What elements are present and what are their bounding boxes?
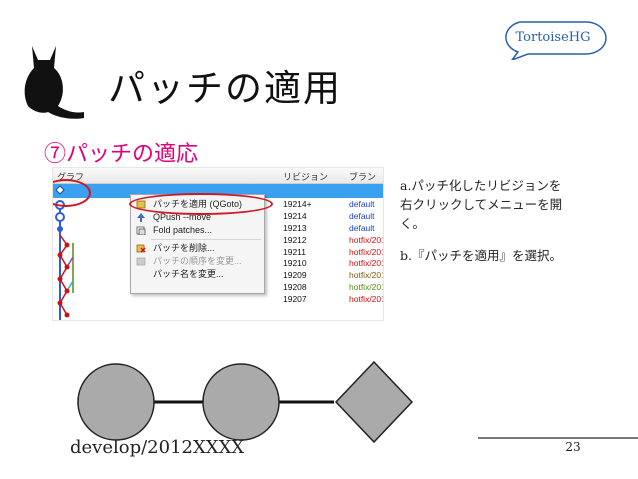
slide-title: パッチの適用 — [108, 67, 342, 110]
menu-item-delete-patch[interactable]: パッチを削除... — [131, 242, 264, 255]
cat-silhouette-icon — [24, 46, 84, 119]
fold-icon — [136, 226, 146, 235]
highlight-apply-patch — [129, 193, 273, 215]
menu-separator — [151, 239, 261, 240]
table-row[interactable]: 19207 hotfix/201 — [53, 294, 383, 306]
page-number: 23 — [565, 440, 581, 454]
qpush-icon — [137, 213, 145, 222]
footer-label: develop/2012XXXX — [70, 437, 245, 458]
badge-label: TortoiseHG — [515, 30, 591, 45]
column-header: グラフ リビジョン ブランチ — [53, 168, 383, 195]
slide-subtitle: ⑦パッチの適応 — [44, 142, 199, 167]
column-revision[interactable]: リビジョン — [283, 170, 328, 183]
reorder-icon — [136, 257, 146, 266]
footer-divider — [478, 437, 638, 439]
menu-item-rename-patch[interactable]: パッチ名を変更... — [131, 268, 264, 281]
tortoisehg-screenshot: グラフ リビジョン ブランチ 19214+default 19214defaul… — [52, 167, 384, 321]
menu-item-reorder-patches[interactable]: パッチの順序を変更... — [131, 255, 264, 268]
instruction-a: a.パッチ化したリビジョンを右クリックしてメニューを開く。 — [400, 178, 563, 231]
delete-patch-icon — [136, 244, 146, 253]
menu-item-fold-patches[interactable]: Fold patches... — [131, 224, 264, 237]
instruction-b: b.『パッチを適用』を選択。 — [400, 248, 562, 263]
